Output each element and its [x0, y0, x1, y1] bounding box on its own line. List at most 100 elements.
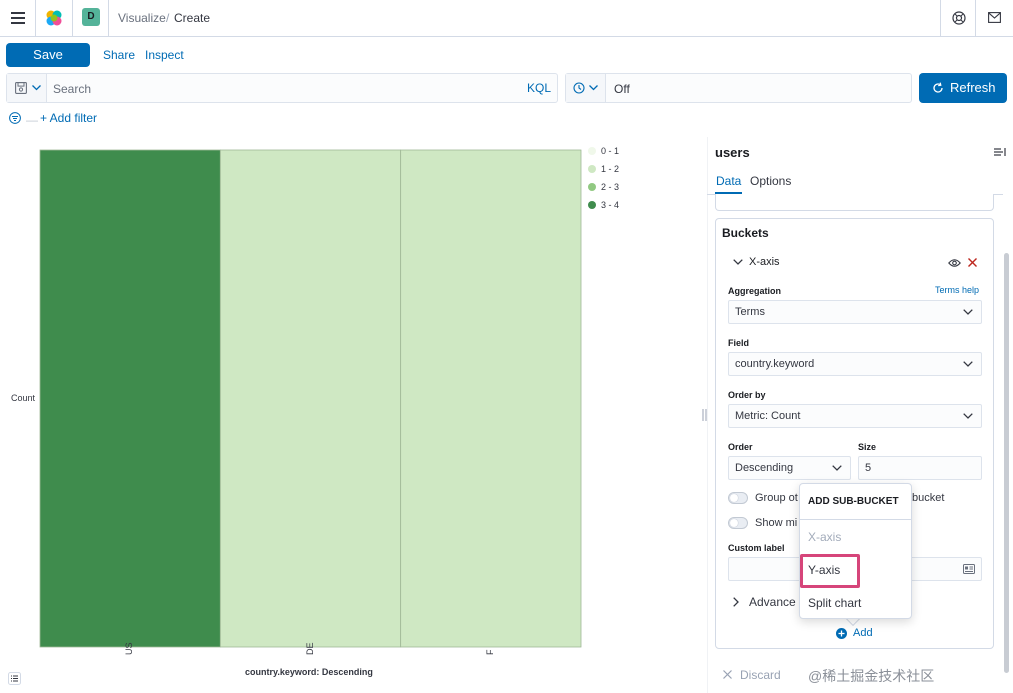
chevron-down-icon — [32, 85, 41, 91]
watermark: @稀土掘金技术社区 — [808, 666, 935, 686]
index-pattern-title: users — [715, 145, 750, 160]
plus-circle-icon[interactable] — [836, 628, 847, 639]
quick-menu-button[interactable] — [566, 74, 606, 102]
heatmap-cell-us[interactable] — [39, 149, 221, 648]
legend-item[interactable]: 2 - 3 — [588, 182, 619, 192]
tab-data[interactable]: Data — [716, 174, 741, 188]
menu-icon[interactable] — [11, 12, 25, 24]
order-by-select[interactable]: Metric: Count — [728, 404, 982, 428]
group-other-label: Group ot — [755, 492, 798, 504]
inspect-link[interactable]: Inspect — [145, 48, 184, 62]
popover-title: ADD SUB-BUCKET — [808, 496, 899, 507]
aggregation-value: Terms — [735, 306, 765, 318]
x-tick-label: US — [124, 642, 135, 655]
legend-swatch — [588, 147, 596, 155]
y-axis-title: Count — [11, 393, 36, 403]
kibana-logo-icon[interactable] — [45, 9, 63, 27]
header-divider — [975, 0, 976, 36]
xaxis-agg-title[interactable]: X-axis — [749, 256, 780, 268]
field-value: country.keyword — [735, 358, 815, 370]
eye-icon[interactable] — [948, 258, 961, 268]
saved-query-button[interactable] — [7, 74, 47, 102]
chevron-down-icon[interactable] — [733, 259, 743, 266]
kql-toggle[interactable]: KQL — [527, 81, 551, 95]
size-value: 5 — [865, 462, 872, 474]
advanced-toggle[interactable]: Advance — [749, 595, 796, 609]
chevron-down-icon — [589, 85, 598, 91]
refresh-interval-value[interactable]: Off — [614, 82, 630, 96]
header-divider — [35, 0, 36, 36]
x-tick-label: F — [484, 649, 495, 656]
legend-label: 3 - 4 — [601, 200, 620, 210]
mail-icon[interactable] — [988, 12, 1001, 23]
breadcrumb-create: Create — [174, 11, 211, 25]
legend-toggle-icon[interactable] — [8, 672, 21, 685]
order-label: Order — [728, 442, 753, 452]
legend-item[interactable]: 3 - 4 — [588, 200, 619, 210]
help-icon[interactable] — [952, 11, 966, 25]
saved-query-icon — [15, 82, 27, 94]
remove-icon[interactable] — [968, 258, 977, 267]
show-missing-label: Show mi — [755, 517, 798, 529]
discard-button[interactable]: Discard — [740, 668, 781, 682]
filter-options-icon[interactable] — [9, 112, 21, 124]
add-bucket-button[interactable]: Add — [853, 627, 873, 639]
terms-help-link[interactable]: Terms help — [935, 285, 979, 295]
refresh-interval-picker: Off — [565, 73, 912, 103]
heatmap-cell-de[interactable] — [219, 149, 402, 648]
group-other-label-tail: bucket — [912, 492, 945, 504]
popover-divider — [800, 519, 911, 520]
header-divider — [108, 0, 109, 36]
heatmap-chart — [0, 140, 700, 693]
aggregation-select[interactable]: Terms — [728, 300, 982, 324]
query-bar: Search KQL — [6, 73, 558, 103]
metrics-panel — [715, 194, 994, 211]
size-label: Size — [858, 442, 877, 452]
size-input[interactable]: 5 — [858, 456, 982, 480]
add-filter-button[interactable]: + Add filter — [40, 111, 97, 125]
share-link[interactable]: Share — [103, 48, 135, 62]
legend-swatch — [588, 201, 596, 209]
chevron-down-icon — [832, 465, 842, 471]
discard-icon[interactable] — [723, 670, 732, 679]
refresh-icon — [932, 82, 944, 94]
refresh-button[interactable]: Refresh — [919, 73, 1007, 103]
legend-item[interactable]: 0 - 1 — [588, 146, 619, 156]
popover-item-x-axis: X-axis — [808, 530, 842, 544]
order-value: Descending — [735, 462, 794, 474]
y-axis-highlight — [800, 554, 860, 588]
chevron-down-icon — [963, 361, 973, 367]
x-tick-label: DE — [304, 642, 315, 655]
legend-swatch — [588, 183, 596, 191]
legend-swatch — [588, 165, 596, 173]
filter-divider: — — [26, 113, 38, 127]
buckets-title: Buckets — [722, 226, 769, 240]
search-input[interactable]: Search — [53, 82, 91, 96]
order-by-label: Order by — [728, 390, 766, 400]
refresh-label: Refresh — [950, 80, 996, 95]
legend-label: 1 - 2 — [601, 164, 620, 174]
clock-icon — [573, 82, 585, 94]
x-axis-title: country.keyword: Descending — [245, 667, 373, 677]
aggregation-label: Aggregation — [728, 286, 781, 296]
group-other-switch[interactable] — [728, 492, 748, 504]
sidebar-scrollbar[interactable] — [1004, 253, 1009, 673]
collapse-sidebar-icon[interactable] — [994, 147, 1006, 157]
chevron-down-icon — [963, 413, 973, 419]
popover-item-split-chart[interactable]: Split chart — [808, 596, 861, 610]
card-icon — [963, 564, 975, 574]
order-by-value: Metric: Count — [735, 410, 801, 422]
field-label: Field — [728, 338, 750, 348]
show-missing-switch[interactable] — [728, 517, 748, 529]
tab-options[interactable]: Options — [750, 174, 791, 188]
space-avatar[interactable]: D — [82, 8, 100, 26]
save-button[interactable]: Save — [6, 43, 90, 67]
chevron-right-icon[interactable] — [733, 597, 740, 607]
order-select[interactable]: Descending — [728, 456, 851, 480]
legend-item[interactable]: 1 - 2 — [588, 164, 619, 174]
field-select[interactable]: country.keyword — [728, 352, 982, 376]
heatmap-svg — [39, 149, 582, 648]
breadcrumb-visualize[interactable]: Visualize — [118, 11, 166, 25]
heatmap-cell-f[interactable] — [400, 149, 582, 648]
top-header: D Visualize / Create — [0, 0, 1013, 37]
